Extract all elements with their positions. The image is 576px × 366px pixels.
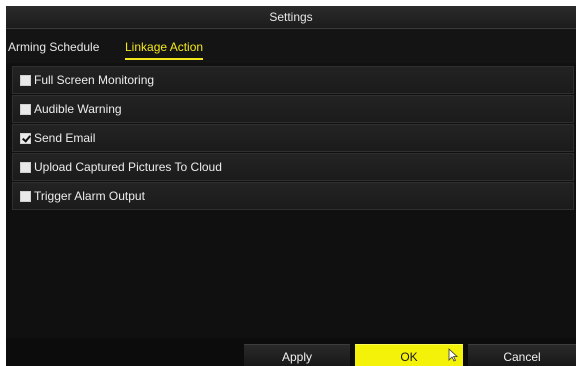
checkbox[interactable]	[20, 191, 31, 202]
tab-arming-schedule[interactable]: Arming Schedule	[8, 40, 99, 54]
tab-linkage-action[interactable]: Linkage Action	[125, 40, 204, 60]
list-item-full-screen-monitoring[interactable]: Full Screen Monitoring	[12, 66, 574, 94]
list-item-label: Upload Captured Pictures To Cloud	[34, 160, 222, 174]
tab-bar: Arming Schedule Linkage Action	[6, 29, 576, 63]
list-item-label: Audible Warning	[34, 102, 122, 116]
apply-button-label: Apply	[281, 350, 313, 364]
linkage-action-list: Full Screen Monitoring Audible Warning S…	[12, 66, 574, 211]
list-item-label: Trigger Alarm Output	[34, 189, 145, 203]
list-item-trigger-alarm-output[interactable]: Trigger Alarm Output	[12, 182, 574, 210]
checkbox[interactable]	[20, 104, 31, 115]
window-title: Settings	[269, 10, 313, 24]
mouse-cursor-icon	[448, 348, 458, 362]
checkbox[interactable]	[20, 162, 31, 173]
button-bar: Apply OK Cancel	[6, 338, 576, 366]
list-item-send-email[interactable]: Send Email	[12, 124, 574, 152]
ok-button[interactable]: OK	[355, 344, 463, 366]
cancel-button-label: Cancel	[503, 350, 541, 364]
settings-window: Settings Arming Schedule Linkage Action …	[6, 6, 576, 366]
list-item-label: Full Screen Monitoring	[34, 73, 155, 87]
checkbox[interactable]	[20, 75, 31, 86]
apply-button[interactable]: Apply	[244, 344, 350, 366]
title-bar: Settings	[6, 6, 576, 29]
cancel-button[interactable]: Cancel	[468, 344, 576, 366]
list-item-label: Send Email	[34, 131, 96, 145]
list-item-upload-captured-pictures[interactable]: Upload Captured Pictures To Cloud	[12, 153, 574, 181]
ok-button-label: OK	[400, 350, 418, 364]
list-item-audible-warning[interactable]: Audible Warning	[12, 95, 574, 123]
checkbox[interactable]	[20, 133, 31, 144]
